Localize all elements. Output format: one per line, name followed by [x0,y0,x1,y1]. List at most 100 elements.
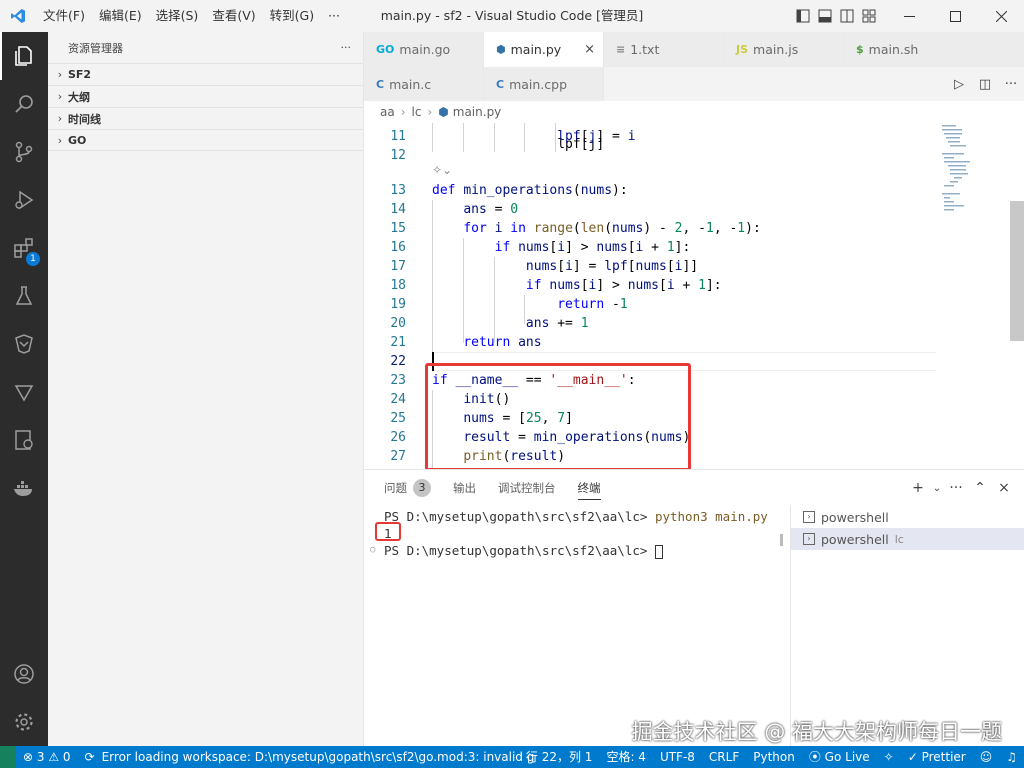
close-panel-icon[interactable]: × [992,480,1016,496]
terminal-icon: › [803,533,815,545]
breadcrumb-file[interactable]: main.py [453,105,502,119]
terminal-dropdown-icon[interactable]: ⌄ [930,483,944,494]
line-number: 18 [390,278,406,293]
code-editor[interactable]: lpf[j] ✧⌄ 11 lpf[j] = i 12 13 def min_opera… [364,123,1024,469]
section-label: 大纲 [68,90,90,104]
feedback-icon[interactable]: ☺ [973,746,1000,768]
tab-label: 1.txt [630,42,660,57]
run-file-icon[interactable]: ▷ [946,77,972,92]
tab-main-go[interactable]: GO main.go [364,32,484,67]
toggle-secondary-sidebar-icon[interactable] [836,0,858,32]
editor-scrollbar[interactable] [1010,201,1024,341]
code-line: 11 lpf[j] = i [364,127,936,146]
sidebar-more-button[interactable]: ··· [341,41,352,54]
chevron-right-icon: › [57,112,63,125]
gitlens-icon[interactable] [0,368,48,416]
menu-edit[interactable]: 编辑(E) [92,0,149,32]
output-highlight-box [375,522,401,541]
minimap[interactable] [940,123,1010,469]
code-text: if nums[i] > nums[i + 1]: [525,278,722,293]
workspace-error-message[interactable]: Error loading workspace: D:\mysetup\gopa… [102,746,542,768]
terminal[interactable]: PS D:\mysetup\gopath\src\sf2\aa\lc> pyth… [364,506,790,747]
code-text: ans = 0 [463,202,519,217]
split-editor-icon[interactable]: ◫ [972,77,998,92]
explorer-icon[interactable] [0,32,48,80]
line-number: 21 [390,335,406,350]
problems-count-badge: 3 [413,479,431,497]
tab-1-txt[interactable]: ≡ 1.txt [604,32,724,67]
indentation[interactable]: 空格: 4 [599,746,653,768]
menu-file[interactable]: 文件(F) [36,0,92,32]
account-icon[interactable] [0,650,48,698]
section-timeline[interactable]: › 时间线 [48,107,363,129]
menu-selection[interactable]: 选择(S) [149,0,206,32]
code-text: for i in range(len(nums) - 2, -1, -1): [463,221,761,236]
maximize-button[interactable] [932,0,978,32]
source-control-icon[interactable] [0,128,48,176]
live-share-status-icon[interactable]: ✧ [877,746,901,768]
menu-go[interactable]: 转到(G) [263,0,321,32]
breadcrumb-aa[interactable]: aa [380,105,395,119]
menu-view[interactable]: 查看(V) [205,0,262,32]
remote-indicator[interactable] [0,746,16,768]
notifications-bell-icon[interactable]: ♫ [999,746,1024,768]
close-tab-icon[interactable]: × [584,42,595,57]
section-go[interactable]: › GO [48,129,363,151]
code-action-icon[interactable]: ✧⌄ [432,163,452,177]
encoding[interactable]: UTF-8 [653,746,702,768]
section-sf2[interactable]: › SF2 [48,63,363,85]
remote-explorer-icon[interactable] [0,416,48,464]
code-line: 13 def min_operations(nums): [364,181,936,200]
toggle-panel-icon[interactable] [814,0,836,32]
terminal-item-powershell[interactable]: › powershell [791,506,1024,528]
line-number: 20 [390,316,406,331]
problems-status[interactable]: ⊗ 3 ⚠ 0 [16,746,78,768]
toggle-sidebar-icon[interactable] [792,0,814,32]
language-mode[interactable]: Python [746,746,802,768]
customize-layout-icon[interactable] [858,0,880,32]
more-actions-icon[interactable]: ··· [998,77,1024,92]
extensions-icon[interactable]: 1 [0,224,48,272]
tab-main-js[interactable]: JS main.js [724,32,844,67]
settings-gear-icon[interactable] [0,698,48,746]
go-live[interactable]: ⦿ Go Live [802,746,877,768]
tab-main-sh[interactable]: $ main.sh [844,32,1024,67]
highlight-box [425,363,691,469]
command-decoration-icon: ○ [370,545,376,555]
sync-icon: ⟳ [84,750,95,764]
live-share-icon[interactable] [0,320,48,368]
editor-tabs-row-2: Cmain.c Cmain.cpp ▷ ◫ ··· [364,67,1024,102]
terminal-item-powershell-lc[interactable]: › powershell lc [791,528,1024,550]
minimize-button[interactable] [886,0,932,32]
run-debug-icon[interactable] [0,176,48,224]
terminal-scrollbar[interactable] [780,534,783,546]
shell-file-icon: $ [856,43,864,56]
section-outline[interactable]: › 大纲 [48,85,363,107]
panel-more-icon[interactable]: ··· [944,480,968,496]
tab-main-c[interactable]: Cmain.c [364,67,484,102]
testing-flask-icon[interactable] [0,272,48,320]
new-terminal-icon[interactable]: + [906,480,930,496]
prettier-status[interactable]: ✓ Prettier [901,746,973,768]
tab-problems[interactable]: 问题 3 [384,470,431,506]
tab-main-py[interactable]: ⬢ main.py × [484,32,604,67]
menu-bar: 文件(F) 编辑(E) 选择(S) 查看(V) 转到(G) ··· [36,0,347,32]
close-window-button[interactable] [978,0,1024,32]
cursor-position[interactable]: 行 22，列 1 [519,746,600,768]
prettier-label: Prettier [921,750,966,764]
code-line: 12 [364,146,936,165]
chevron-right-icon: › [57,133,63,147]
tab-label: main.js [753,42,799,57]
terminal-command: python3 main.py [654,509,768,524]
search-icon[interactable] [0,80,48,128]
tab-terminal[interactable]: 终端 [577,470,601,506]
code-text: ans += 1 [525,316,589,331]
maximize-panel-icon[interactable]: ⌃ [968,480,992,496]
line-ending[interactable]: CRLF [702,746,746,768]
tab-main-cpp[interactable]: Cmain.cpp [484,67,604,102]
docker-icon[interactable] [0,464,48,512]
menu-more[interactable]: ··· [321,0,347,32]
tab-debug-console[interactable]: 调试控制台 [498,470,556,506]
tab-output[interactable]: 输出 [453,470,476,506]
breadcrumb-lc[interactable]: lc [412,105,422,119]
